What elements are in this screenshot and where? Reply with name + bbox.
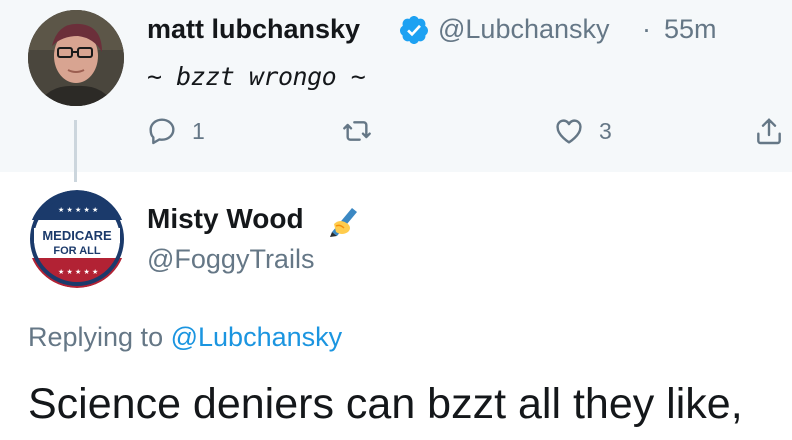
svg-text:FOR ALL: FOR ALL — [53, 245, 101, 257]
share-button[interactable] — [753, 114, 785, 148]
separator-dot: · — [642, 14, 651, 44]
author-name[interactable]: Misty Wood — [147, 203, 304, 235]
like-count: 3 — [599, 117, 612, 144]
author-name[interactable]: matt lubchansky — [147, 14, 360, 45]
avatar[interactable]: ★ ★ ★ ★ ★ ★ ★ ★ ★ ★ MEDICARE FOR ALL — [28, 190, 126, 288]
tweet-text: Science deniers can bzzt all they like, — [28, 380, 743, 428]
svg-text:★ ★ ★ ★ ★: ★ ★ ★ ★ ★ — [58, 268, 98, 276]
verified-badge-icon — [399, 16, 428, 44]
thread-connector-line — [74, 120, 77, 182]
tweet-text: ~ bzzt wrongo ~ — [147, 62, 366, 91]
replying-prefix: Replying to — [28, 322, 164, 352]
parent-tweet[interactable]: matt lubchansky @Lubchansky · 55m ~ bzzt… — [0, 0, 792, 182]
like-button[interactable]: 3 — [553, 114, 612, 148]
reply-button[interactable]: 1 — [146, 114, 205, 148]
heart-icon — [556, 119, 582, 144]
replying-to-line: Replying to @Lubchansky — [28, 322, 342, 353]
svg-text:MEDICARE: MEDICARE — [42, 228, 112, 243]
writing-hand-icon — [330, 208, 357, 237]
retweet-icon — [343, 121, 371, 141]
share-icon — [757, 118, 781, 145]
mention-link[interactable]: @Lubchansky — [171, 322, 343, 352]
author-handle[interactable]: @Lubchansky — [438, 14, 610, 45]
tweet-timestamp[interactable]: 55m — [664, 14, 717, 45]
retweet-button[interactable] — [341, 114, 387, 148]
reply-count: 1 — [192, 117, 205, 144]
reply-icon — [149, 118, 175, 145]
svg-text:★ ★ ★ ★ ★: ★ ★ ★ ★ ★ — [58, 206, 98, 214]
avatar[interactable] — [28, 10, 124, 106]
author-handle[interactable]: @FoggyTrails — [147, 244, 314, 275]
